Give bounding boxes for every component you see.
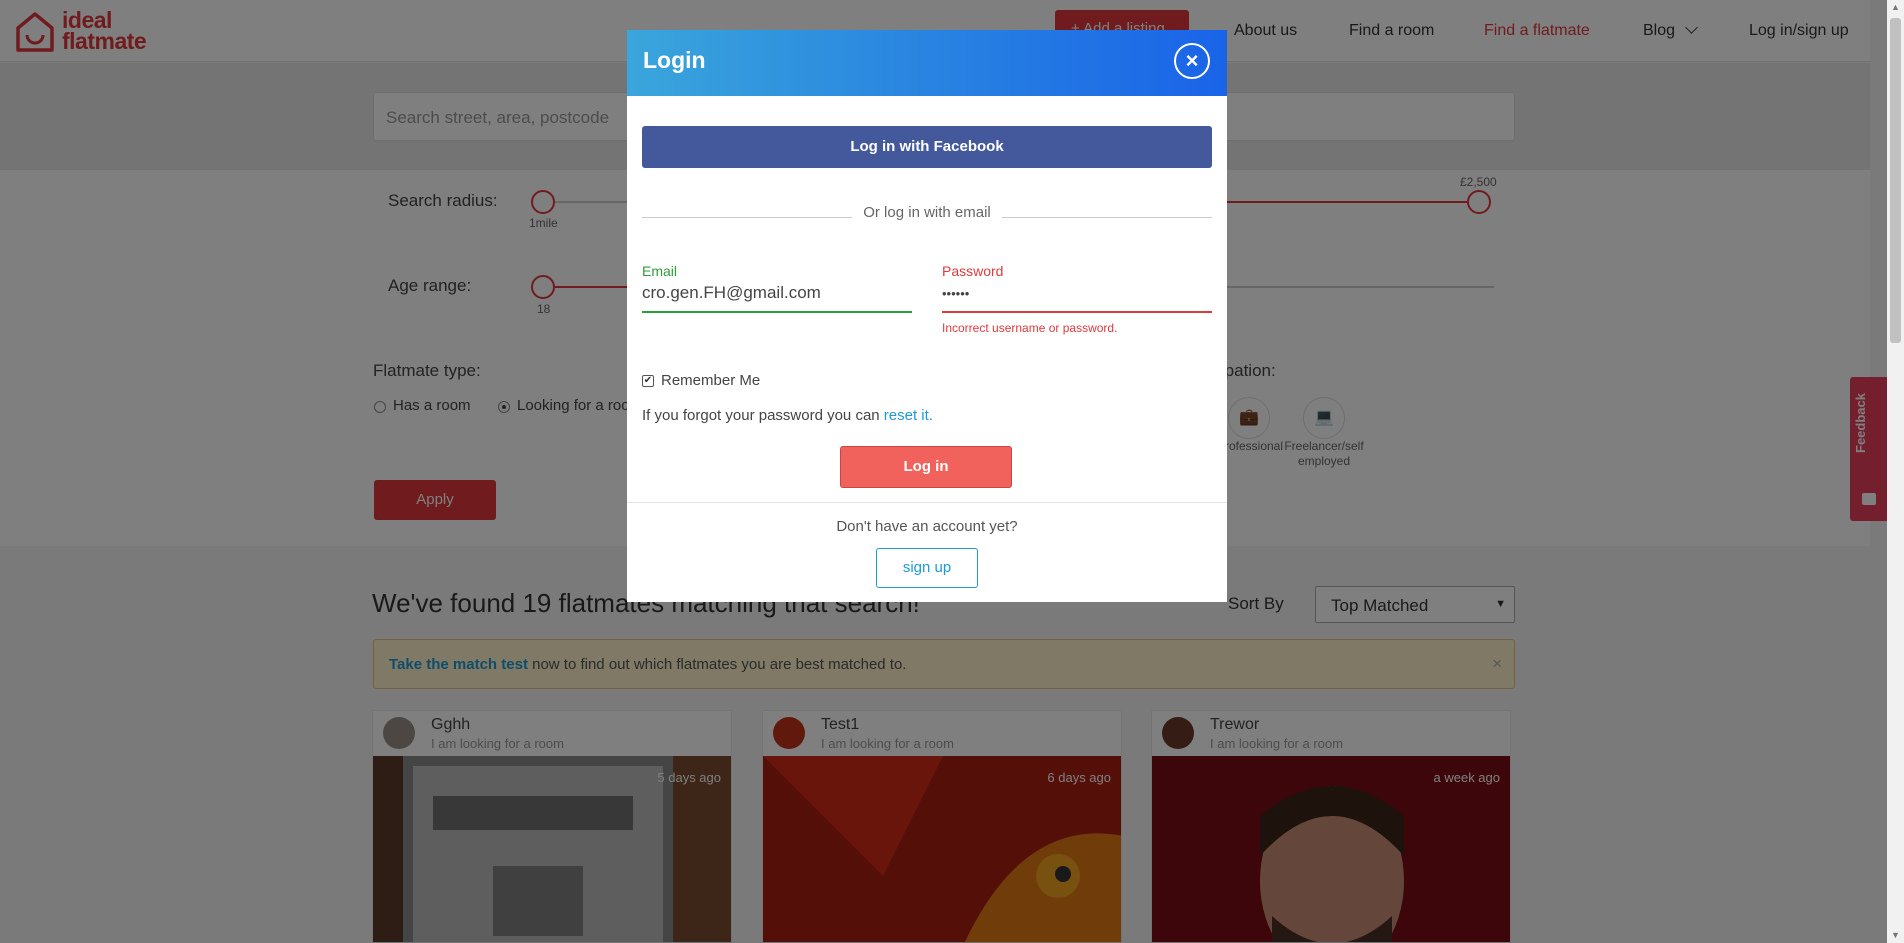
scrollbar-thumb[interactable] bbox=[1890, 18, 1901, 343]
forgot-password-prefix: If you forgot your password you can bbox=[642, 407, 884, 424]
remember-me-label[interactable]: Remember Me bbox=[661, 372, 760, 389]
password-label: Password bbox=[942, 263, 1004, 279]
reset-password-link[interactable]: reset it. bbox=[884, 407, 933, 424]
modal-title: Login bbox=[643, 47, 706, 73]
scroll-up-arrow-icon[interactable]: ▲ bbox=[1891, 2, 1900, 12]
or-login-with-email: Or log in with email bbox=[863, 204, 991, 221]
modal-header: Login × bbox=[627, 30, 1227, 96]
password-field-underline bbox=[942, 311, 1212, 313]
password-field[interactable]: •••••• bbox=[942, 286, 969, 301]
forgot-password-text: If you forgot your password you can rese… bbox=[642, 407, 933, 424]
modal-divider bbox=[627, 502, 1227, 503]
sign-up-button[interactable]: sign up bbox=[876, 548, 978, 588]
email-field-underline bbox=[642, 311, 912, 313]
no-account-text: Don't have an account yet? bbox=[836, 518, 1018, 535]
remember-me-checkbox[interactable]: ✔ bbox=[642, 375, 654, 387]
facebook-login-button[interactable]: Log in with Facebook bbox=[642, 126, 1212, 168]
email-label: Email bbox=[642, 263, 678, 279]
email-field[interactable]: cro.gen.FH@gmail.com bbox=[642, 283, 821, 303]
login-modal: Login × Log in with Facebook Or log in w… bbox=[627, 30, 1227, 602]
scroll-down-arrow-icon[interactable]: ▼ bbox=[1891, 930, 1900, 940]
password-error-message: Incorrect username or password. bbox=[942, 321, 1118, 335]
close-icon[interactable]: × bbox=[1174, 43, 1210, 79]
login-button[interactable]: Log in bbox=[840, 446, 1012, 488]
